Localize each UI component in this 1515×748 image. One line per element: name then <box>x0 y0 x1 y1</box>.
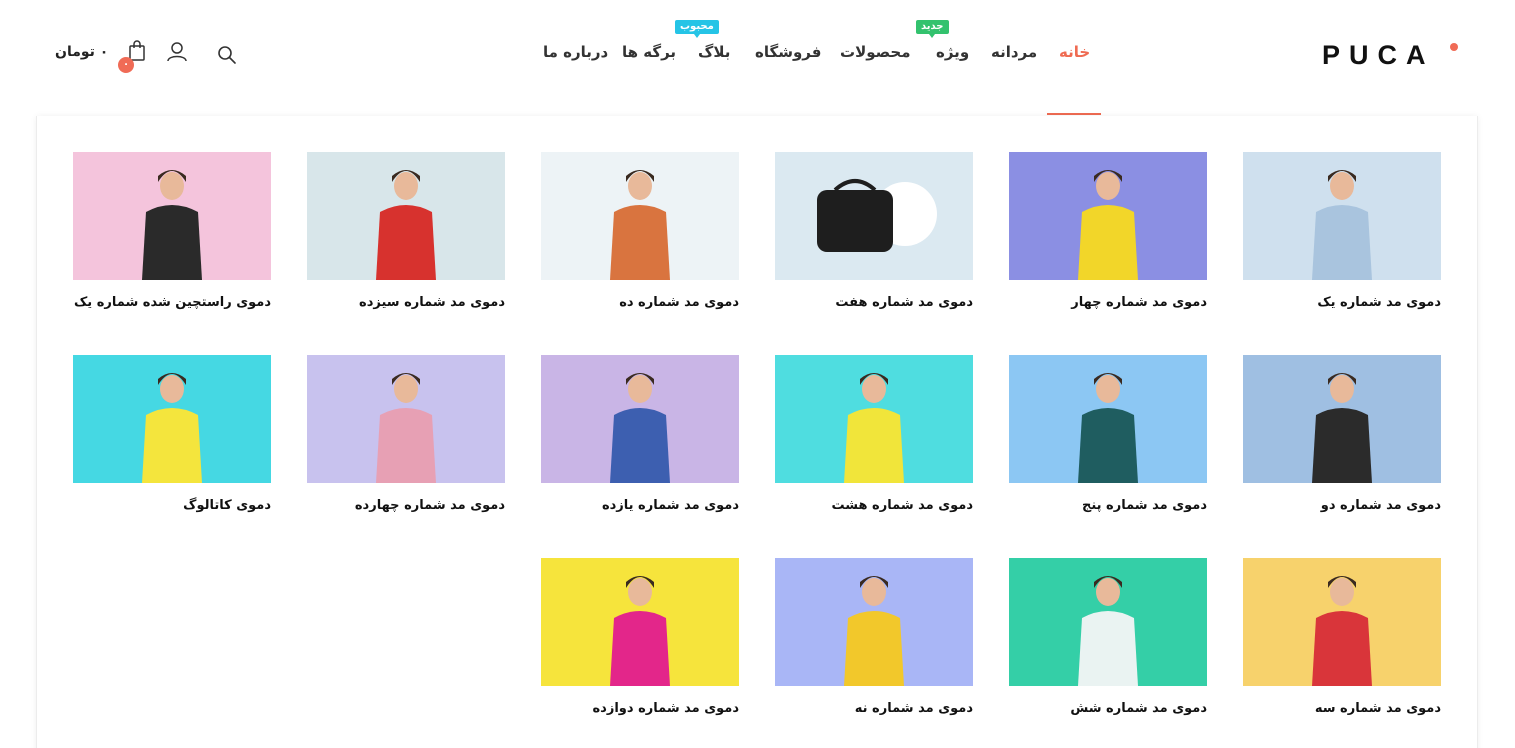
demo-thumbnail-image <box>775 558 973 686</box>
nav-item-home[interactable]: خانه <box>1059 43 1090 61</box>
nav-item-about[interactable]: درباره ما <box>543 43 608 61</box>
demo-thumbnail-image <box>1009 152 1207 280</box>
demo-thumbnail[interactable] <box>1243 152 1441 280</box>
demo-thumbnail[interactable] <box>541 558 739 686</box>
demo-thumbnail[interactable] <box>1009 152 1207 280</box>
demo-title[interactable]: دموی مد شماره دوازده <box>593 701 740 716</box>
nav-item-products[interactable]: محصولات <box>840 43 911 61</box>
demo-thumbnail[interactable] <box>307 355 505 483</box>
nav-item-men[interactable]: مردانه <box>991 43 1037 61</box>
demo-title[interactable]: دموی مد شماره دو <box>1321 498 1441 513</box>
demo-thumbnail-image <box>541 558 739 686</box>
demo-thumbnail-image <box>1009 355 1207 483</box>
demo-thumbnail[interactable] <box>775 355 973 483</box>
nav-item-blog[interactable]: بلاگ <box>698 43 730 61</box>
demo-title[interactable]: دموی مد شماره پنج <box>1082 498 1207 513</box>
demo-title[interactable]: دموی مد شماره شش <box>1070 701 1207 716</box>
demo-title[interactable]: دموی مد شماره چهار <box>1071 295 1207 310</box>
demo-thumbnail-image <box>775 152 973 280</box>
demo-title[interactable]: دموی کاتالوگ <box>183 498 271 513</box>
demo-title[interactable]: دموی راستچین شده شماره یک <box>74 295 271 310</box>
demo-thumbnail[interactable] <box>1243 355 1441 483</box>
demo-title[interactable]: دموی مد شماره نه <box>855 701 973 716</box>
search-icon[interactable] <box>217 45 237 69</box>
demo-thumbnail-image <box>541 355 739 483</box>
demo-thumbnail[interactable] <box>1243 558 1441 686</box>
site-header: PUCA خانه مردانه ویژه محصولات فروشگاه بل… <box>0 0 1515 116</box>
demo-thumbnail-image <box>307 152 505 280</box>
demo-thumbnail-image <box>775 355 973 483</box>
demo-thumbnail[interactable] <box>1009 558 1207 686</box>
demo-title[interactable]: دموی مد شماره یک <box>1317 295 1441 310</box>
badge-popular: محبوب <box>675 20 719 38</box>
demo-thumbnail[interactable] <box>775 558 973 686</box>
demo-grid-panel: دموی مد شماره یک دموی مد شماره چهار دموی… <box>36 116 1478 748</box>
demo-title[interactable]: دموی مد شماره هشت <box>832 498 973 513</box>
badge-new: جدید <box>916 20 949 38</box>
demo-thumbnail[interactable] <box>541 152 739 280</box>
demo-thumbnail[interactable] <box>541 355 739 483</box>
demo-thumbnail[interactable] <box>775 152 973 280</box>
demo-thumbnail[interactable] <box>307 152 505 280</box>
nav-item-shop[interactable]: فروشگاه <box>755 43 821 61</box>
active-nav-underline <box>1047 113 1101 115</box>
cart-total[interactable]: ۰ تومان <box>55 44 108 60</box>
demo-title[interactable]: دموی مد شماره سه <box>1315 701 1441 716</box>
demo-title[interactable]: دموی مد شماره سیزده <box>359 295 505 310</box>
demo-title[interactable]: دموی مد شماره هفت <box>835 295 973 310</box>
cart-count-badge: ۰ <box>118 57 134 73</box>
demo-thumbnail-image <box>1009 558 1207 686</box>
demo-thumbnail-image <box>1243 558 1441 686</box>
nav-item-pages[interactable]: برگه ها <box>622 43 676 61</box>
demo-title[interactable]: دموی مد شماره چهارده <box>355 498 505 513</box>
demo-thumbnail-image <box>73 355 271 483</box>
demo-thumbnail-image <box>1243 152 1441 280</box>
demo-thumbnail-image <box>541 152 739 280</box>
demo-thumbnail-image <box>307 355 505 483</box>
demo-thumbnail[interactable] <box>1009 355 1207 483</box>
demo-thumbnail[interactable] <box>73 152 271 280</box>
demo-thumbnail-image <box>73 152 271 280</box>
user-icon[interactable] <box>166 41 188 67</box>
demo-title[interactable]: دموی مد شماره یازده <box>602 498 739 513</box>
demo-title[interactable]: دموی مد شماره ده <box>619 295 739 310</box>
demo-thumbnail-image <box>1243 355 1441 483</box>
nav-item-special[interactable]: ویژه <box>936 43 969 61</box>
demo-thumbnail[interactable] <box>73 355 271 483</box>
